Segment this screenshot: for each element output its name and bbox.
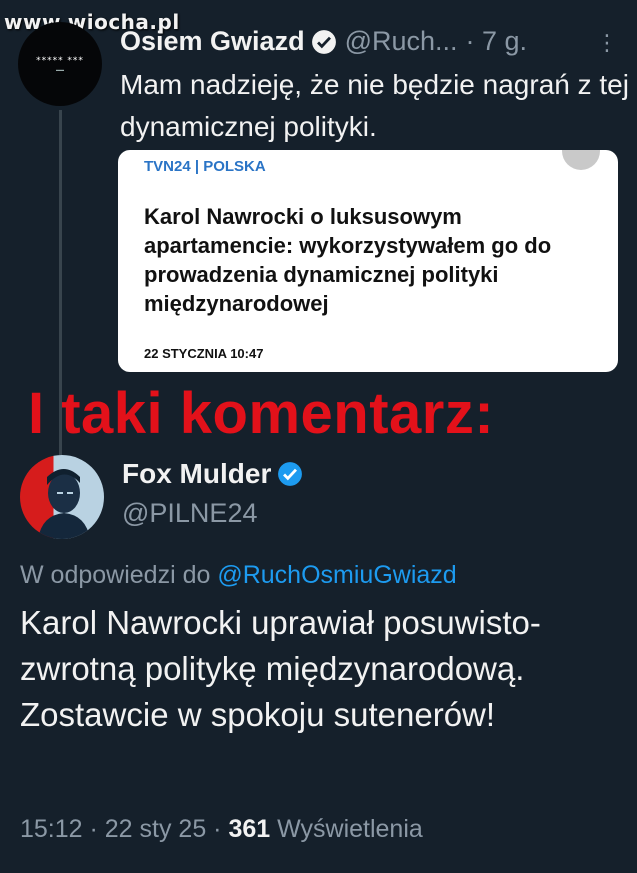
avatar-text: ***** *** — [36, 56, 84, 66]
avatar-subtext: ▬▬ — [56, 67, 64, 72]
reply-author-handle[interactable]: @PILNE24 — [122, 498, 257, 529]
avatar[interactable]: ***** *** ▬▬ — [18, 22, 102, 106]
views-count[interactable]: 361 — [228, 815, 270, 843]
tweet-header: Osiem Gwiazd @Ruch... · 7 g. — [120, 26, 527, 57]
reply-tweet-text: Karol Nawrocki uprawiał posuwisto-zwrotn… — [20, 604, 541, 733]
reply-context: W odpowiedzi do @RuchOsmiuGwiazd — [20, 561, 457, 590]
link-card[interactable]: TVN24 | POLSKA Karol Nawrocki o luksusow… — [118, 150, 618, 372]
tweet-text: Mam nadzieję, że nie będzie nagrań z tej… — [120, 69, 629, 142]
card-title: Karol Nawrocki o luksusowym apartamencie… — [144, 204, 552, 316]
reply-prefix: W odpowiedzi do — [20, 561, 211, 589]
author-handle[interactable]: @Ruch... — [345, 26, 458, 57]
card-source: TVN24 | POLSKA — [144, 158, 266, 175]
reply-to-link[interactable]: @RuchOsmiuGwiazd — [217, 561, 456, 589]
author-name[interactable]: Osiem Gwiazd — [120, 26, 305, 57]
overlay-caption: I taki komentarz: — [28, 381, 495, 446]
more-options-icon[interactable]: ⋮ — [596, 30, 618, 56]
verified-badge-icon — [311, 29, 337, 55]
tweet-meta: 15:12 · 22 sty 25 · 361 Wyświetlenia — [20, 815, 423, 844]
tweet-time[interactable]: · 7 g. — [466, 26, 528, 57]
reply-author-name-row: Fox Mulder — [122, 458, 303, 490]
card-date: 22 STYCZNIA 10:47 — [144, 346, 264, 361]
reply-author-name[interactable]: Fox Mulder — [122, 458, 271, 490]
views-label[interactable]: Wyświetlenia — [277, 815, 423, 843]
verified-badge-icon — [277, 461, 303, 487]
avatar[interactable] — [20, 455, 104, 539]
card-corner-decoration — [562, 150, 600, 170]
tweet-timestamp[interactable]: 15:12 · 22 sty 25 · — [20, 815, 222, 843]
